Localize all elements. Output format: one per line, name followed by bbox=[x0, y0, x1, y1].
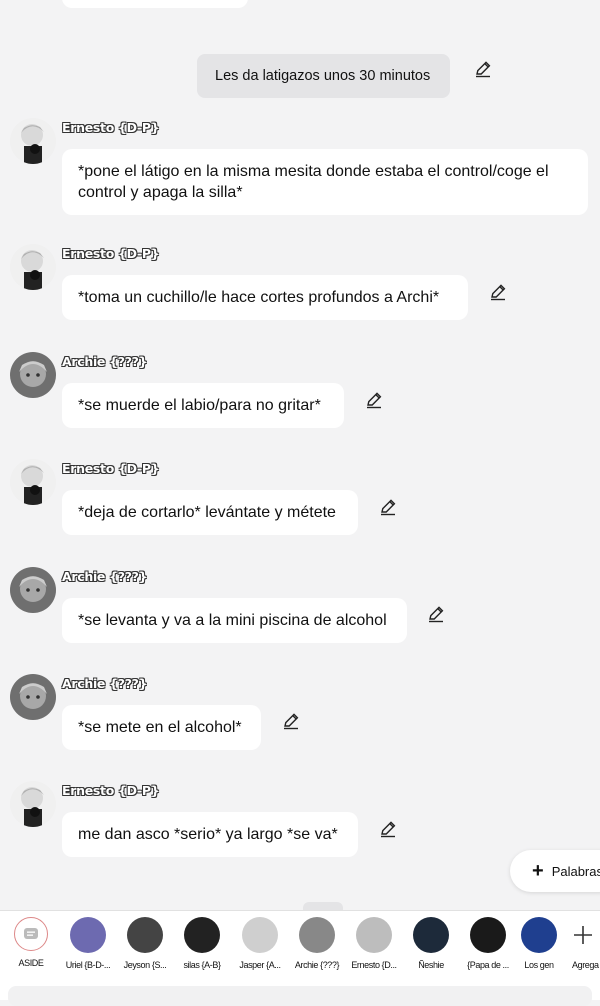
edit-icon[interactable] bbox=[488, 282, 508, 302]
edit-icon[interactable] bbox=[364, 390, 384, 410]
character-chip[interactable]: Jeyson {S... bbox=[117, 917, 173, 970]
plus-icon: + bbox=[532, 860, 544, 882]
plus-icon bbox=[566, 917, 600, 953]
character-avatar bbox=[521, 917, 557, 953]
avatar-ernesto[interactable] bbox=[10, 118, 56, 164]
message-bubble[interactable]: *pone el látigo en la misma mesita donde… bbox=[62, 149, 588, 215]
edit-icon[interactable] bbox=[473, 59, 493, 79]
chat-area[interactable]: Les da latigazos unos 30 minutos Ernesto… bbox=[0, 0, 600, 910]
message-bubble[interactable]: *se levanta y va a la mini piscina de al… bbox=[62, 598, 407, 643]
character-chip[interactable]: Jasper {A... bbox=[232, 917, 288, 970]
edit-icon[interactable] bbox=[426, 604, 446, 624]
message-bubble[interactable]: *deja de cortarlo* levántate y métete bbox=[62, 490, 358, 535]
sender-name: Archie {???} bbox=[62, 676, 148, 691]
character-avatar bbox=[413, 917, 449, 953]
avatar-archie[interactable] bbox=[10, 567, 56, 613]
character-avatar bbox=[356, 917, 392, 953]
edit-icon[interactable] bbox=[378, 819, 398, 839]
partial-narration-bubble bbox=[303, 902, 343, 910]
message-bubble[interactable]: *toma un cuchillo/le hace cortes profund… bbox=[62, 275, 468, 320]
character-avatar bbox=[470, 917, 506, 953]
character-avatar bbox=[127, 917, 163, 953]
message-bubble[interactable]: *se mete en el alcohol* bbox=[62, 705, 261, 750]
avatar-ernesto[interactable] bbox=[10, 244, 56, 290]
character-chip[interactable]: Ernesto {D... bbox=[346, 917, 402, 970]
character-avatar bbox=[242, 917, 278, 953]
message-input[interactable] bbox=[8, 986, 592, 1006]
character-chip[interactable]: {Papa de ... bbox=[460, 917, 516, 970]
previous-message-bubble bbox=[62, 0, 248, 8]
edit-icon[interactable] bbox=[378, 497, 398, 517]
sender-name: Archie {???} bbox=[62, 569, 148, 584]
narration-bubble: Les da latigazos unos 30 minutos bbox=[197, 54, 450, 98]
character-chip[interactable]: Uriel {B-D-... bbox=[60, 917, 116, 970]
palabras-label: Palabras bbox=[551, 863, 600, 879]
avatar-archie[interactable] bbox=[10, 674, 56, 720]
sender-name: Ernesto {D-P} bbox=[62, 246, 160, 261]
avatar-ernesto[interactable] bbox=[10, 781, 56, 827]
sender-name: Ernesto {D-P} bbox=[62, 120, 160, 135]
avatar-archie[interactable] bbox=[10, 352, 56, 398]
character-chip-aside[interactable]: ASIDE bbox=[3, 917, 59, 968]
character-chip[interactable]: silas {A-B} bbox=[174, 917, 230, 970]
sender-name: Ernesto {D-P} bbox=[62, 783, 160, 798]
character-chip[interactable]: Los gen bbox=[514, 917, 564, 970]
character-bar[interactable]: ASIDE Uriel {B-D-... Jeyson {S... silas … bbox=[0, 910, 600, 981]
avatar-ernesto[interactable] bbox=[10, 459, 56, 505]
palabras-button[interactable]: + Palabras bbox=[510, 850, 600, 892]
add-character-button[interactable]: Agrega bbox=[566, 917, 600, 970]
character-chip[interactable]: Archie {???} bbox=[289, 917, 345, 970]
character-avatar bbox=[184, 917, 220, 953]
sender-name: Archie {???} bbox=[62, 354, 148, 369]
character-chip[interactable]: Ñeshie bbox=[403, 917, 459, 970]
character-avatar bbox=[299, 917, 335, 953]
message-bubble[interactable]: me dan asco *serio* ya largo *se va* bbox=[62, 812, 358, 857]
message-bubble[interactable]: *se muerde el labio/para no gritar* bbox=[62, 383, 344, 428]
edit-icon[interactable] bbox=[281, 711, 301, 731]
aside-chat-icon bbox=[14, 917, 48, 951]
sender-name: Ernesto {D-P} bbox=[62, 461, 160, 476]
character-avatar bbox=[70, 917, 106, 953]
